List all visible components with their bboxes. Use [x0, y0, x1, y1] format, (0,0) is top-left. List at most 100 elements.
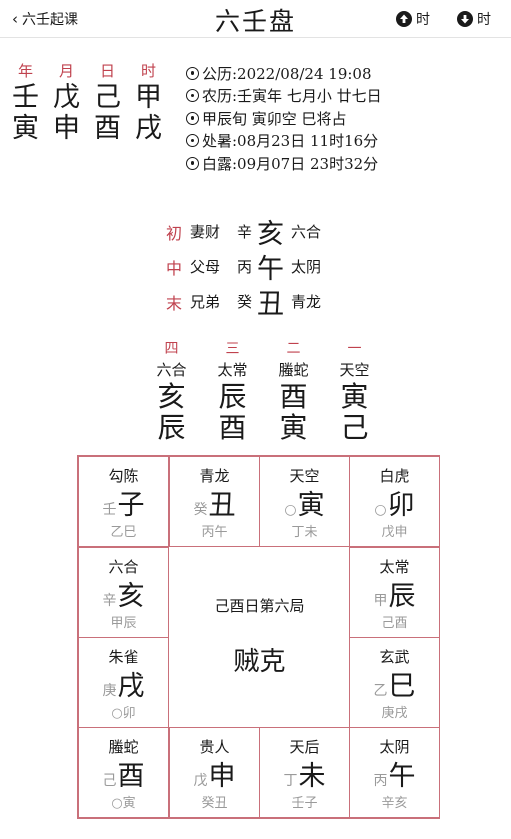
- lesson-number: 二: [286, 341, 301, 357]
- chuan-label: 中: [166, 258, 183, 278]
- palace-cell-wu[interactable]: 太阴 丙午 辛亥: [349, 727, 440, 818]
- palace-main: 庚戌: [79, 664, 168, 703]
- palace-branch: 酉: [117, 761, 145, 792]
- next-hour-button[interactable]: 时: [457, 9, 491, 29]
- palace-cell-yin[interactable]: 天空 ○ 寅 丁未: [259, 456, 350, 547]
- palace-branch: 未: [298, 761, 326, 792]
- prev-hour-label: 时: [416, 12, 430, 28]
- palace-stem: 甲: [373, 593, 388, 609]
- chuan-row-initial: 初 妻财 辛 亥 六合: [166, 214, 321, 250]
- palace-cell-zi[interactable]: 勾陈 壬子 乙巳: [78, 456, 169, 547]
- lesson-top-branches: 亥 辰 酉 寅: [141, 381, 386, 412]
- palace-branch: 子: [117, 490, 145, 521]
- palace-branch: 午: [388, 761, 416, 792]
- pillar-label-hour: 时: [140, 62, 156, 80]
- palace-cell-mao[interactable]: 白虎 ○ 卯 戊申: [349, 456, 440, 547]
- palace-main: 乙巳: [350, 664, 439, 703]
- bullet-circle-icon: [186, 66, 199, 80]
- palace-main: 壬子: [79, 483, 168, 522]
- palace-sub: 辛亥: [381, 796, 408, 811]
- lesson-god: 六合: [156, 361, 187, 379]
- palace-sub: 甲辰: [110, 616, 137, 631]
- pillar-branch-year: 寅: [12, 113, 39, 144]
- lesson-number: 一: [347, 341, 362, 357]
- chuan-relation: 兄弟: [190, 293, 221, 311]
- palace-cell-xu[interactable]: 朱雀 庚戌 ○卯: [78, 637, 169, 728]
- palace-main: 癸丑: [170, 483, 259, 522]
- pillar-label-day: 日: [99, 62, 115, 80]
- palace-sub: 丁未: [291, 525, 318, 540]
- header-bar: ‹ 六壬起课 六壬盘 时 时: [0, 0, 511, 38]
- info-xun: 甲辰旬 寅卯空 巳将占: [186, 107, 382, 130]
- pillar-branch-day: 酉: [94, 113, 121, 144]
- palace-branch: 卯: [387, 490, 415, 521]
- arrow-up-circle-icon: [396, 11, 412, 27]
- palace-main: ○ 寅: [260, 483, 349, 522]
- lesson-bottom: 酉: [218, 411, 247, 444]
- ju-title: 己酉日第六局: [214, 597, 305, 615]
- info-text: 处暑:08月23日 11时16分: [202, 132, 379, 151]
- palace-branch: 戌: [117, 671, 145, 702]
- palace-main: 己酉: [79, 754, 168, 793]
- pillar-stem-month: 戊: [53, 82, 80, 113]
- prev-hour-button[interactable]: 时: [396, 9, 430, 29]
- lesson-bottom: 己: [340, 411, 369, 444]
- heaven-earth-plate: 勾陈 壬子 乙巳 青龙 癸丑 丙午 天空 ○ 寅 丁未 白虎 ○ 卯 戊申 太常 甲…: [77, 455, 440, 819]
- info-gregorian: 公历:2022/08/24 19:08: [186, 62, 382, 85]
- palace-stem: 乙: [373, 683, 388, 699]
- lesson-top: 亥: [157, 380, 186, 413]
- next-hour-label: 时: [477, 12, 491, 28]
- palace-cell-si[interactable]: 玄武 乙巳 庚戌: [349, 637, 440, 728]
- pillar-stem-hour: 甲: [135, 82, 162, 113]
- palace-stem: ○: [374, 502, 387, 518]
- page-title: 六壬盘: [214, 7, 296, 36]
- info-text: 甲辰旬 寅卯空 巳将占: [202, 109, 347, 128]
- chuan-zhi: 午: [257, 254, 284, 285]
- pillar-labels: 年 月 日 时: [5, 60, 175, 82]
- arrow-down-circle-icon: [457, 11, 473, 27]
- palace-branch: 亥: [117, 581, 145, 612]
- lesson-bottom: 辰: [157, 411, 186, 444]
- palace-main: 丁未: [260, 754, 349, 793]
- pillar-stem-year: 壬: [12, 82, 39, 113]
- palace-cell-hai[interactable]: 六合 辛亥 甲辰: [78, 547, 169, 638]
- pillar-branch-month: 申: [53, 113, 80, 144]
- pillar-label-month: 月: [58, 62, 74, 80]
- palace-cell-you[interactable]: 螣蛇 己酉 ○寅: [78, 727, 169, 818]
- palace-stem: 丙: [373, 773, 388, 789]
- info-solar-term-1: 处暑:08月23日 11时16分: [186, 130, 382, 153]
- palace-sub: 己酉: [381, 616, 408, 631]
- four-lessons: 四 三 二 一 六合 太常 螣蛇 天空 亥 辰 酉 寅 辰 酉 寅 己: [141, 339, 386, 443]
- chuan-gan: 辛: [237, 223, 253, 241]
- palace-cell-shen[interactable]: 贵人 戊申 癸丑: [169, 727, 260, 818]
- info-lunar: 农历:壬寅年 七月小 廿七日: [186, 85, 382, 108]
- chuan-relation: 父母: [190, 258, 221, 276]
- palace-stem: ○: [284, 502, 297, 518]
- palace-sub: 癸丑: [201, 796, 228, 811]
- chuan-label: 初: [166, 223, 183, 243]
- palace-branch: 巳: [388, 671, 416, 702]
- chuan-gan: 癸: [237, 293, 253, 311]
- bullet-circle-icon: [186, 134, 199, 148]
- lesson-number: 四: [164, 341, 179, 357]
- palace-cell-wei[interactable]: 天后 丁未 壬子: [259, 727, 350, 818]
- palace-main: 戊申: [170, 754, 259, 793]
- chuan-label: 末: [166, 293, 183, 313]
- ke-type: 贼克: [233, 647, 286, 677]
- palace-sub: 乙巳: [110, 525, 137, 540]
- lesson-bottom: 寅: [279, 411, 308, 444]
- pillar-label-year: 年: [17, 62, 33, 80]
- palace-main: 甲辰: [350, 574, 439, 613]
- info-solar-term-2: 白露:09月07日 23时32分: [186, 152, 382, 175]
- lesson-god: 太常: [217, 361, 248, 379]
- palace-main: 辛亥: [79, 574, 168, 613]
- pillar-branches: 寅 申 酉 戌: [5, 113, 175, 144]
- palace-stem: 丁: [283, 773, 298, 789]
- pillar-stem-day: 己: [94, 82, 121, 113]
- palace-cell-chen[interactable]: 太常 甲辰 己酉: [349, 547, 440, 638]
- date-info-list: 公历:2022/08/24 19:08 农历:壬寅年 七月小 廿七日 甲辰旬 寅…: [186, 62, 382, 175]
- palace-branch: 辰: [388, 581, 416, 612]
- palace-cell-chou[interactable]: 青龙 癸丑 丙午: [169, 456, 260, 547]
- palace-branch: 丑: [208, 490, 236, 521]
- bullet-circle-icon: [186, 156, 199, 170]
